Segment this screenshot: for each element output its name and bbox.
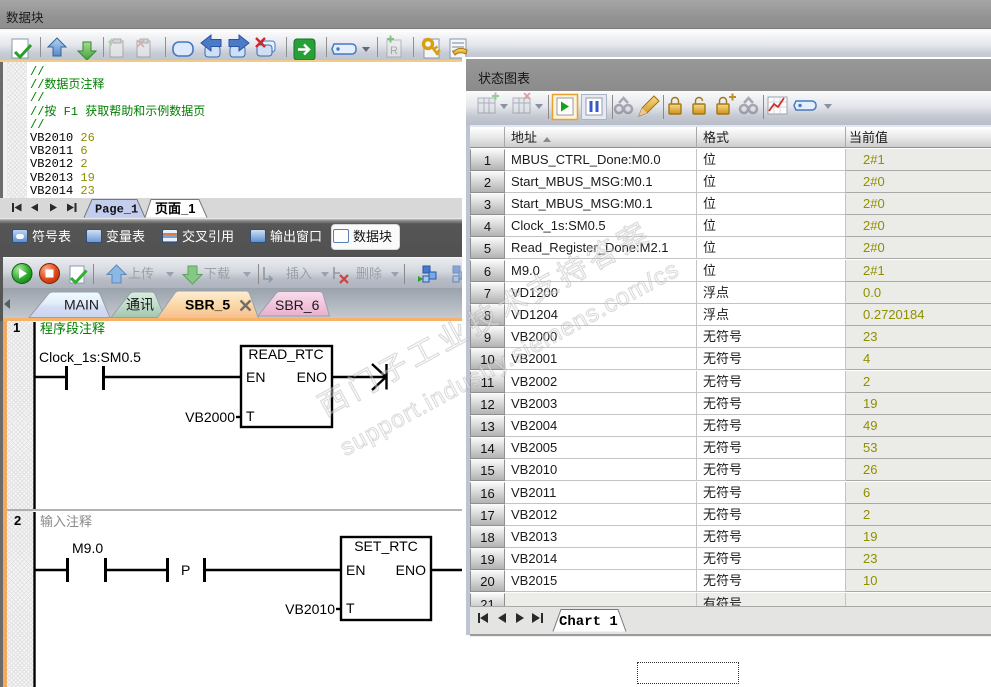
svg-text:SBR_5: SBR_5 (185, 297, 230, 313)
svg-text:2: 2 (14, 513, 21, 528)
svg-text:插入: 插入 (286, 266, 312, 281)
svg-text:R: R (390, 45, 398, 57)
svg-text:页面_1: 页面_1 (155, 201, 195, 216)
svg-text:下载: 下载 (204, 266, 230, 281)
svg-text:M9.0: M9.0 (72, 540, 103, 556)
svg-text:Clock_1s:SM0.5: Clock_1s:SM0.5 (39, 349, 141, 365)
svg-text:VB2010: VB2010 (285, 601, 335, 617)
svg-text:Chart 1: Chart 1 (559, 614, 618, 630)
svg-text:SET_RTC: SET_RTC (354, 538, 418, 554)
svg-text:MAIN: MAIN (64, 297, 99, 313)
svg-text:READ_RTC: READ_RTC (248, 346, 323, 362)
svg-text:删除: 删除 (356, 266, 382, 281)
svg-text:输入注释: 输入注释 (40, 514, 92, 529)
svg-text:通讯: 通讯 (126, 297, 154, 313)
svg-text:Page_1: Page_1 (95, 203, 138, 217)
svg-text:1: 1 (13, 321, 20, 335)
svg-text:ENO: ENO (297, 369, 327, 385)
svg-text:ENO: ENO (396, 562, 426, 578)
svg-text:上传: 上传 (128, 266, 154, 281)
svg-text:P: P (181, 562, 190, 578)
svg-text:VB2000: VB2000 (185, 409, 235, 425)
svg-text:SBR_6: SBR_6 (275, 297, 320, 313)
svg-text:EN: EN (346, 562, 365, 578)
svg-text:EN: EN (246, 369, 265, 385)
svg-text:程序段注释: 程序段注释 (40, 321, 105, 336)
svg-text:T: T (346, 600, 355, 616)
svg-text:T: T (246, 408, 255, 424)
